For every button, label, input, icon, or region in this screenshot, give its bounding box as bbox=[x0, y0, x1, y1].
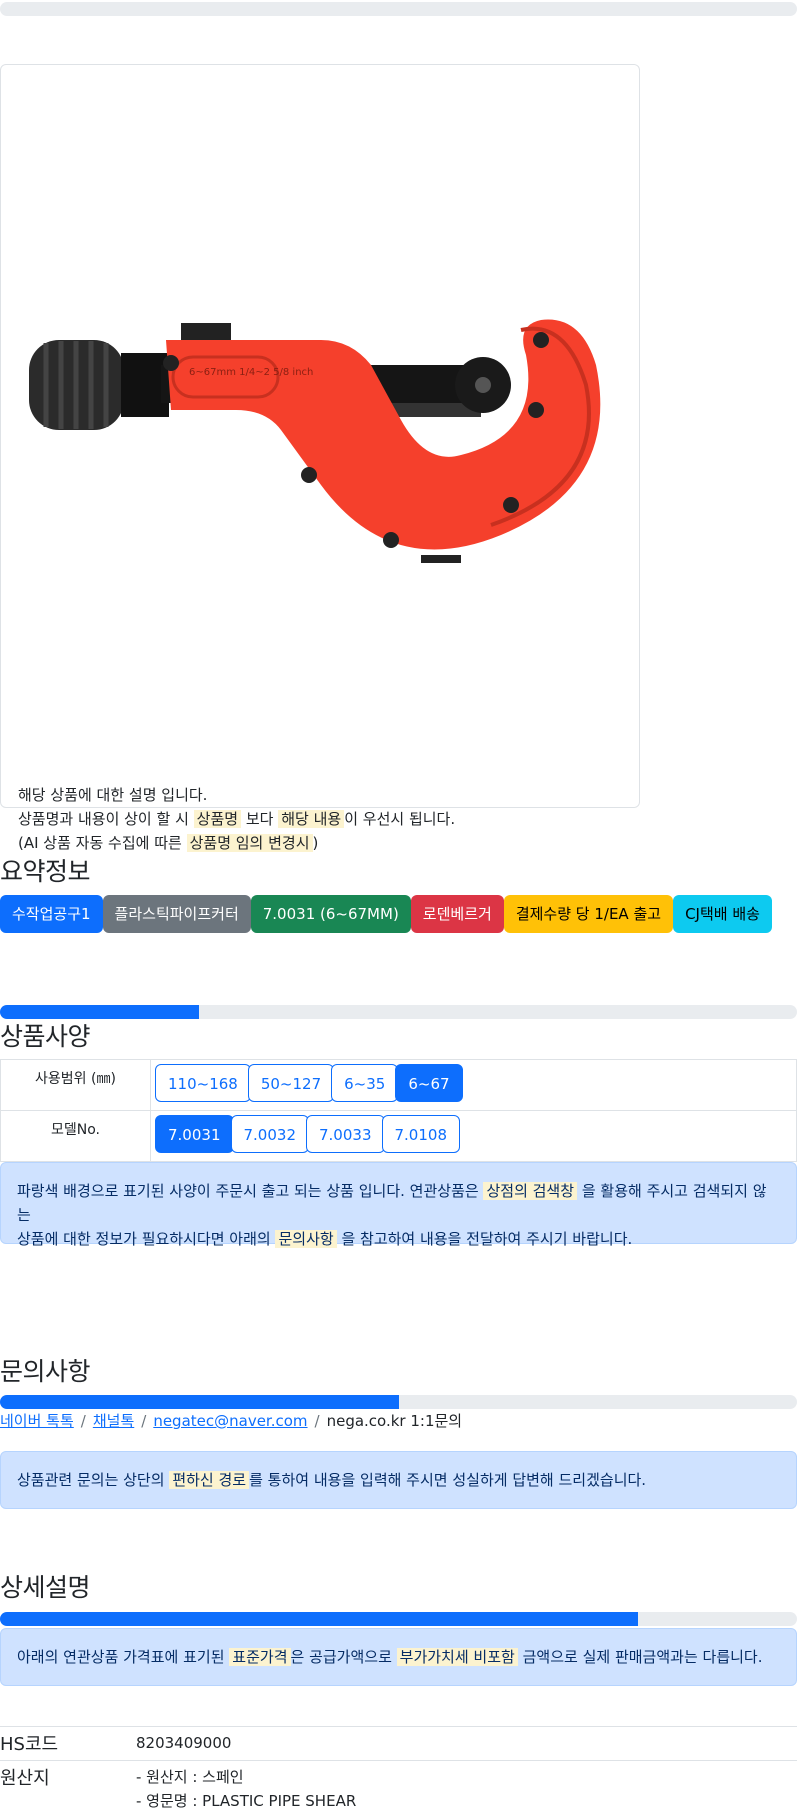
description-text: 보다 bbox=[245, 810, 274, 828]
summary-badge: 결제수량 당 1/EA 출고 bbox=[503, 895, 674, 933]
spec-option-button[interactable]: 6~67 bbox=[395, 1064, 463, 1102]
description-text: 이 우선시 됩니다. bbox=[344, 810, 456, 828]
highlight-search: 상점의 검색창 bbox=[483, 1182, 578, 1200]
origin-line: - 영문명 : PLASTIC PIPE SHEAR bbox=[136, 1792, 357, 1808]
spec-progress-bar bbox=[0, 1005, 797, 1019]
detail-notice: 아래의 연관상품 가격표에 표기된 표준가격 은 공급가액으로 부가가치세 비포함… bbox=[0, 1628, 797, 1686]
description-line: 해당 상품에 대한 설명 입니다. bbox=[18, 786, 208, 804]
hs-code-value: 8203409000 bbox=[136, 1734, 232, 1752]
top-progress-bar bbox=[0, 2, 797, 16]
inquiry-notice: 상품관련 문의는 상단의 편하신 경로 를 통하여 내용을 입력해 주시면 성실하… bbox=[0, 1451, 797, 1509]
hs-code-label: HS코드 bbox=[0, 1734, 59, 1755]
product-image-card: 6~67mm 1/4~2 5/8 inch 해당 상품에 대한 설명 입니다. … bbox=[0, 64, 640, 852]
pipe-cutter-image: 6~67mm 1/4~2 5/8 inch bbox=[29, 319, 601, 563]
summary-title: 요약정보 bbox=[0, 857, 91, 886]
description-text: (AI 상품 자동 수집에 따른 bbox=[18, 834, 182, 852]
origin-value: - 원산지 : 스페인 - 영문명 : PLASTIC PIPE SHEAR bbox=[136, 1765, 356, 1808]
notice-text: 금액으로 실제 판매금액과는 다릅니다. bbox=[522, 1648, 763, 1666]
inquiry-progress-fill bbox=[0, 1395, 399, 1409]
notice-text: 파랑색 배경으로 표기된 사양이 주문시 출고 되는 상품 입니다. 연관상품은 bbox=[17, 1182, 479, 1200]
notice-text: 상품에 대한 정보가 필요하시다면 아래의 bbox=[17, 1230, 271, 1248]
spec-option-button[interactable]: 7.0108 bbox=[381, 1115, 460, 1153]
spec-title: 상품사양 bbox=[0, 1022, 91, 1051]
detail-title: 상세설명 bbox=[0, 1573, 91, 1602]
spec-option-button[interactable]: 7.0032 bbox=[230, 1115, 309, 1153]
summary-badges: 수작업공구1 플라스틱파이프커터 7.0031 (6~67MM) 로덴베르거 결제수량 … bbox=[0, 895, 772, 933]
spec-option-button[interactable]: 7.0033 bbox=[306, 1115, 385, 1153]
notice-text: 을 참고하여 내용을 전달하여 주시기 바랍니다. bbox=[341, 1230, 633, 1248]
notice-text: 아래의 연관상품 가격표에 표기된 bbox=[17, 1648, 225, 1666]
summary-badge: CJ택배 배송 bbox=[673, 895, 772, 933]
email-link[interactable]: negatec@naver.com bbox=[153, 1412, 307, 1430]
description-text: ) bbox=[312, 834, 319, 852]
notice-text: 은 공급가액으로 bbox=[290, 1648, 392, 1666]
inquiry-progress-bar bbox=[0, 1395, 797, 1409]
site-inquiry-link[interactable]: nega.co.kr 1:1문의 bbox=[327, 1412, 463, 1430]
divider bbox=[0, 1726, 797, 1727]
spec-row-model: 모델No. 7.0031 7.0032 7.0033 7.0108 bbox=[0, 1110, 797, 1162]
summary-badge: 플라스틱파이프커터 bbox=[102, 895, 251, 933]
highlight-standard-price: 표준가격 bbox=[229, 1648, 291, 1666]
spec-label: 모델No. bbox=[0, 1110, 151, 1162]
spec-notice: 파랑색 배경으로 표기된 사양이 주문시 출고 되는 상품 입니다. 연관상품은… bbox=[0, 1162, 797, 1248]
highlight-product-name: 상품명 bbox=[193, 810, 242, 828]
spec-option-button[interactable]: 6~35 bbox=[331, 1064, 399, 1102]
spec-option-button[interactable]: 7.0031 bbox=[155, 1115, 234, 1153]
highlight-content: 해당 내용 bbox=[278, 810, 345, 828]
highlight-vat: 부가가치세 비포함 bbox=[396, 1648, 518, 1666]
summary-badge: 7.0031 (6~67MM) bbox=[250, 895, 411, 933]
highlight-rename: 상품명 임의 변경시 bbox=[186, 834, 313, 852]
origin-label: 원산지 bbox=[0, 1768, 50, 1789]
summary-badge: 로덴베르거 bbox=[410, 895, 504, 933]
notice-text: 를 통하여 내용을 입력해 주시면 성실하게 답변해 드리겠습니다. bbox=[249, 1471, 647, 1489]
naver-talk-link[interactable]: 네이버 톡톡 bbox=[0, 1412, 74, 1430]
origin-line: - 원산지 : 스페인 bbox=[136, 1768, 244, 1786]
spec-option-button[interactable]: 50~127 bbox=[247, 1064, 335, 1102]
inquiry-title: 문의사항 bbox=[0, 1357, 91, 1386]
divider bbox=[0, 1760, 797, 1761]
detail-progress-bar bbox=[0, 1612, 797, 1626]
spec-label: 사용범위 (㎜) bbox=[0, 1059, 151, 1111]
spec-options: 7.0031 7.0032 7.0033 7.0108 bbox=[150, 1110, 797, 1162]
tool-engraving: 6~67mm 1/4~2 5/8 inch bbox=[189, 367, 313, 378]
summary-badge: 수작업공구1 bbox=[0, 895, 103, 933]
inquiry-links: 네이버 톡톡 / 채널톡 / negatec@naver.com / nega.co.kr … bbox=[0, 1412, 463, 1430]
notice-text: 상품관련 문의는 상단의 bbox=[17, 1471, 165, 1489]
detail-progress-fill bbox=[0, 1612, 638, 1626]
highlight-inquiry: 문의사항 bbox=[275, 1230, 337, 1248]
spec-row-range: 사용범위 (㎜) 110~168 50~127 6~35 6~67 bbox=[0, 1059, 797, 1111]
highlight-route: 편하신 경로 bbox=[169, 1471, 250, 1489]
spec-table: 사용범위 (㎜) 110~168 50~127 6~35 6~67 모델No. 7.0… bbox=[0, 1059, 797, 1162]
spec-option-button[interactable]: 110~168 bbox=[155, 1064, 251, 1102]
channel-talk-link[interactable]: 채널톡 bbox=[93, 1412, 134, 1430]
description-text: 상품명과 내용이 상이 할 시 bbox=[18, 810, 189, 828]
product-description: 해당 상품에 대한 설명 입니다. 상품명과 내용이 상이 할 시 상품명 보다… bbox=[18, 783, 455, 855]
spec-options: 110~168 50~127 6~35 6~67 bbox=[150, 1059, 797, 1111]
